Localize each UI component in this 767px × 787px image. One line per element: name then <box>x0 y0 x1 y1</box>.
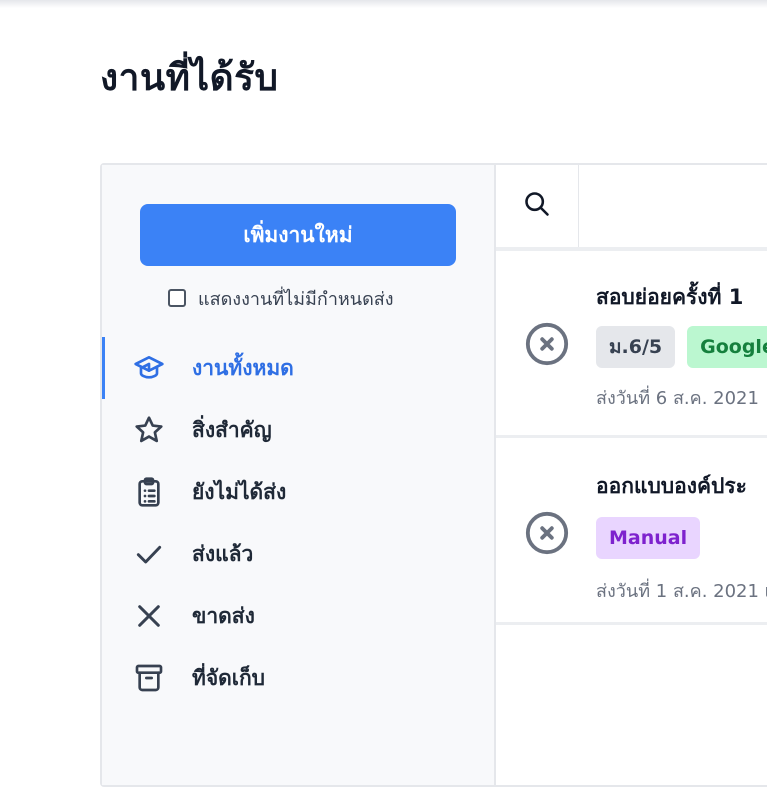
assignments-panel: เพิ่มงานใหม่ แสดงงานที่ไม่มีกำหนดส่ง งาน… <box>100 163 767 787</box>
show-no-deadline-checkbox[interactable] <box>168 289 186 307</box>
clipboard-list-icon <box>132 475 166 509</box>
sidebar: เพิ่มงานใหม่ แสดงงานที่ไม่มีกำหนดส่ง งาน… <box>102 165 496 785</box>
sidebar-item-label: ส่งแล้ว <box>192 541 254 566</box>
sidebar-item-missing[interactable]: ขาดส่ง <box>102 585 494 647</box>
sidebar-item-label: ยังไม่ได้ส่ง <box>192 479 287 504</box>
source-tag: Manual <box>596 517 701 559</box>
assignment-due-date: ส่งวันที่ 6 ส.ค. 2021 <box>596 388 759 409</box>
x-icon <box>132 599 166 633</box>
sidebar-item-label: ที่จัดเก็บ <box>192 665 266 690</box>
show-no-deadline-toggle[interactable]: แสดงงานที่ไม่มีกำหนดส่ง <box>168 284 394 312</box>
assignment-title: ออกแบบองค์ประ <box>596 474 747 498</box>
sidebar-item-all[interactable]: งานทั้งหมด <box>102 337 494 399</box>
sidebar-item-archive[interactable]: ที่จัดเก็บ <box>102 647 494 709</box>
assignment-tags: ม.6/5 Google <box>596 326 767 368</box>
add-assignment-button[interactable]: เพิ่มงานใหม่ <box>140 204 456 266</box>
sidebar-item-label: สิ่งสำคัญ <box>192 417 272 442</box>
assignment-list-area: สอบย่อยครั้งที่ 1 ม.6/5 Google ส่งวันที่… <box>496 165 767 785</box>
show-no-deadline-label: แสดงงานที่ไม่มีกำหนดส่ง <box>198 288 394 310</box>
assignment-card[interactable]: สอบย่อยครั้งที่ 1 ม.6/5 Google ส่งวันที่… <box>496 251 767 438</box>
class-tag: ม.6/5 <box>596 326 676 368</box>
search-bar <box>496 165 767 251</box>
top-bar-shadow <box>0 0 767 8</box>
x-circle-icon[interactable] <box>524 321 570 367</box>
source-tag: Google <box>687 326 767 368</box>
search-icon <box>523 190 551 222</box>
sidebar-item-submitted[interactable]: ส่งแล้ว <box>102 523 494 585</box>
check-icon <box>132 537 166 571</box>
sidebar-item-not-submitted[interactable]: ยังไม่ได้ส่ง <box>102 461 494 523</box>
graduation-cap-icon <box>132 351 166 385</box>
assignment-tags: Manual <box>596 517 701 559</box>
assignment-due-date: ส่งวันที่ 1 ส.ค. 2021 เ <box>596 581 767 602</box>
search-input[interactable] <box>580 165 767 247</box>
sidebar-nav: งานทั้งหมด สิ่งสำคัญ ยังไม่ได้ส่ง ส่งแล้… <box>102 337 494 709</box>
page-title: งานที่ได้รับ <box>100 56 279 99</box>
sidebar-item-label: งานทั้งหมด <box>192 355 294 380</box>
assignment-title: สอบย่อยครั้งที่ 1 <box>596 285 744 309</box>
search-button[interactable] <box>496 165 579 247</box>
archive-icon <box>132 661 166 695</box>
sidebar-item-important[interactable]: สิ่งสำคัญ <box>102 399 494 461</box>
star-icon <box>132 413 166 447</box>
assignment-card[interactable]: ออกแบบองค์ประ Manual ส่งวันที่ 1 ส.ค. 20… <box>496 438 767 625</box>
sidebar-item-label: ขาดส่ง <box>192 603 255 628</box>
x-circle-icon[interactable] <box>524 510 570 556</box>
